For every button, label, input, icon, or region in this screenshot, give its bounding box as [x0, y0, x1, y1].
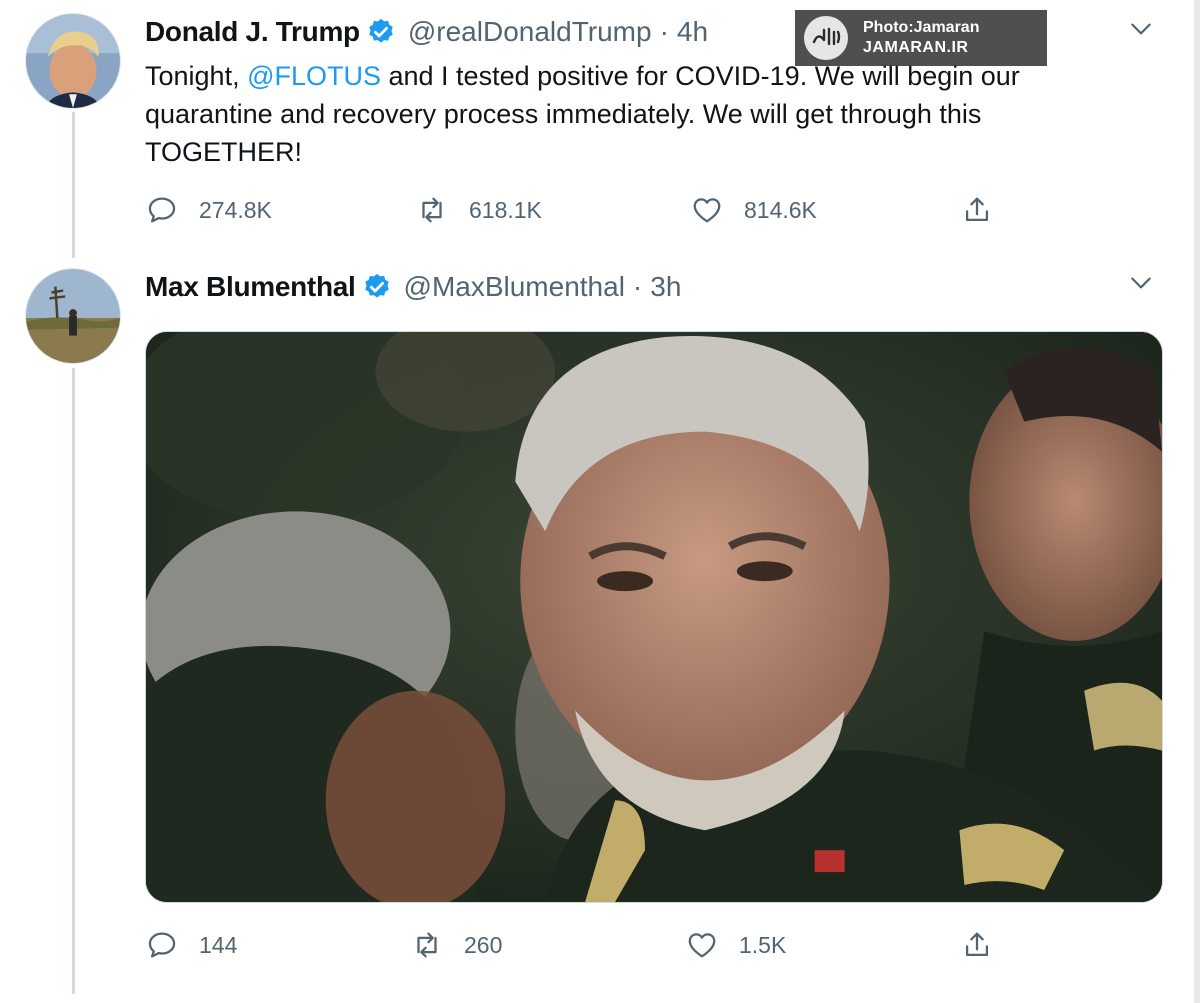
reply-count: 144 [199, 931, 238, 958]
tweet-text: Tonight, @FLOTUS and I tested positive f… [145, 57, 1135, 171]
like-count: 814.6K [744, 196, 817, 223]
tweet-header: Donald J. Trump @realDonaldTrump · 4h [145, 12, 708, 52]
author-name[interactable]: Max Blumenthal [145, 271, 356, 303]
chevron-down-icon[interactable] [1128, 270, 1154, 296]
retweet-icon [422, 197, 442, 223]
jamaran-logo-icon [795, 10, 857, 66]
verified-badge-icon [366, 17, 396, 47]
share-icon [965, 197, 989, 222]
tweet-actions: 274.8K 618.1K 814.6K [145, 190, 1005, 230]
tweet-actions: 144 260 1.5K [145, 925, 1005, 965]
chevron-down-icon[interactable] [1128, 16, 1154, 42]
author-handle[interactable]: @realDonaldTrump [408, 16, 652, 48]
reply-icon [148, 932, 176, 958]
author-handle[interactable]: @MaxBlumenthal [404, 271, 625, 303]
tweet-media-image[interactable] [145, 331, 1163, 903]
retweet-count: 260 [464, 931, 503, 958]
like-count: 1.5K [739, 931, 787, 958]
share-button[interactable] [960, 190, 994, 230]
reply-icon [148, 197, 176, 223]
author-name[interactable]: Donald J. Trump [145, 16, 360, 48]
reply-count: 274.8K [199, 196, 272, 223]
tweet-timeline: Donald J. Trump @realDonaldTrump · 4h To… [0, 0, 1200, 1003]
share-button[interactable] [960, 925, 994, 965]
retweet-button[interactable]: 618.1K [415, 190, 542, 230]
mention-link[interactable]: @FLOTUS [247, 61, 381, 91]
separator-dot: · [659, 16, 669, 47]
tweet-text-part: Tonight, [145, 61, 248, 91]
retweet-count: 618.1K [469, 196, 542, 223]
tweet-time[interactable]: 4h [677, 16, 708, 48]
share-icon [965, 932, 989, 957]
tweet-time[interactable]: 3h [650, 271, 681, 303]
retweet-icon [417, 932, 437, 958]
verified-badge-icon [362, 272, 392, 302]
like-button[interactable]: 1.5K [685, 925, 786, 965]
thread-connector [72, 112, 75, 258]
avatar[interactable] [25, 268, 121, 364]
like-button[interactable]: 814.6K [690, 190, 817, 230]
photo-watermark: Photo:Jamaran JAMARAN.IR [795, 10, 1047, 66]
watermark-photo-credit: Photo:Jamaran [863, 19, 980, 36]
watermark-site: JAMARAN.IR [863, 39, 969, 56]
thread-connector [72, 368, 75, 994]
reply-button[interactable]: 144 [145, 925, 237, 965]
like-icon [693, 198, 721, 223]
separator-dot: · [632, 271, 643, 302]
tweet-header: Max Blumenthal @MaxBlumenthal · 3h [145, 267, 681, 307]
reply-button[interactable]: 274.8K [145, 190, 272, 230]
avatar[interactable] [25, 13, 121, 109]
like-icon [688, 933, 716, 958]
retweet-button[interactable]: 260 [410, 925, 502, 965]
